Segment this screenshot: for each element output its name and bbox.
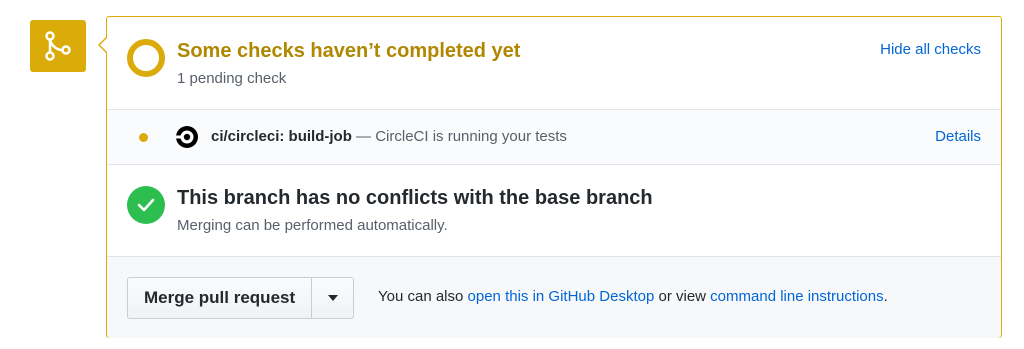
pending-ring-icon xyxy=(127,39,165,77)
git-merge-icon xyxy=(30,20,86,72)
checks-status-title: Some checks haven’t completed yet xyxy=(177,40,521,62)
conflicts-subtitle: Merging can be performed automatically. xyxy=(177,217,448,234)
merge-status-panel: Some checks haven’t completed yet 1 pend… xyxy=(98,16,1002,338)
circleci-logo-icon xyxy=(175,126,198,148)
merge-hint-prefix: You can also xyxy=(378,288,468,305)
check-separator: — xyxy=(351,128,376,145)
checks-status-subtitle: 1 pending check xyxy=(177,70,287,87)
command-line-instructions-link[interactable]: command line instructions xyxy=(710,288,883,305)
merge-hint-suffix: . xyxy=(883,288,888,305)
merge-button-group: Merge pull request xyxy=(127,277,355,319)
check-circle-icon xyxy=(127,186,165,224)
check-name: ci/circleci: build-job xyxy=(211,128,352,145)
merge-hint: You can also open this in GitHub Desktop… xyxy=(378,288,888,305)
conflicts-title: This branch has no conflicts with the ba… xyxy=(177,187,653,209)
check-row: ci/circleci: build-job — CircleCI is run… xyxy=(107,109,1001,165)
pending-dot-icon xyxy=(139,133,148,142)
check-details-link[interactable]: Details xyxy=(935,128,981,145)
open-github-desktop-link[interactable]: open this in GitHub Desktop xyxy=(468,288,655,305)
checks-status-section: Some checks haven’t completed yet 1 pend… xyxy=(107,17,1001,109)
check-text: ci/circleci: build-job — CircleCI is run… xyxy=(211,128,567,145)
triangle-down-icon xyxy=(327,295,338,301)
check-description: CircleCI is running your tests xyxy=(375,128,567,145)
merge-options-dropdown-button[interactable] xyxy=(312,278,353,318)
hide-all-checks-link[interactable]: Hide all checks xyxy=(880,41,981,58)
merge-pull-request-button[interactable]: Merge pull request xyxy=(128,278,313,318)
conflicts-section: This branch has no conflicts with the ba… xyxy=(107,164,1001,256)
merge-hint-middle: or view xyxy=(654,288,711,305)
merge-section: Merge pull request You can also open thi… xyxy=(107,256,1001,338)
